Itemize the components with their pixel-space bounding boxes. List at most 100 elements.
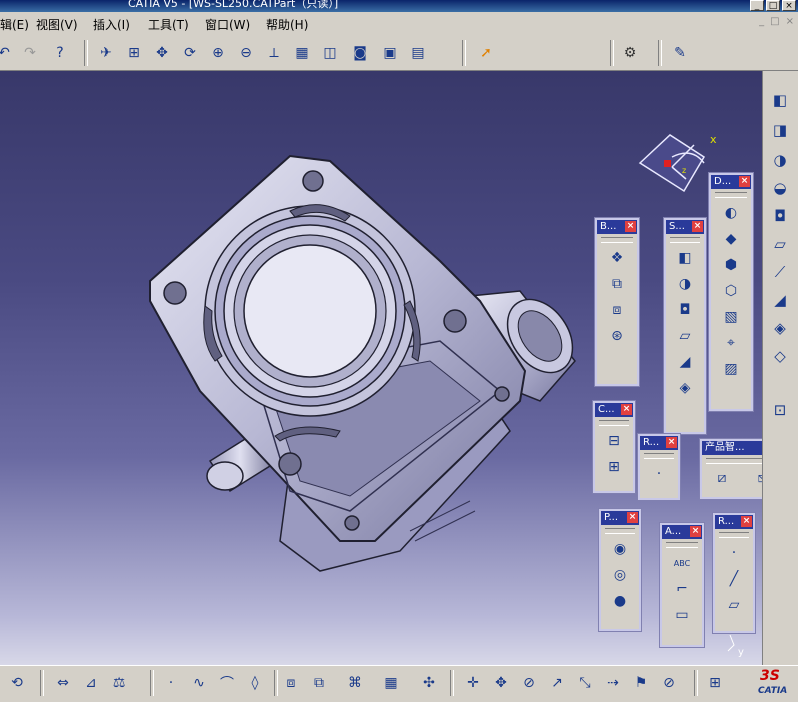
stiffener-icon[interactable]: ◢ bbox=[769, 289, 791, 311]
manipulate-icon[interactable]: ✥ bbox=[490, 672, 512, 694]
3d-annotation-icon[interactable]: ▭ bbox=[671, 604, 693, 626]
panel-close-p[interactable]: × bbox=[627, 512, 638, 523]
hole-icon[interactable]: ◘ bbox=[769, 205, 791, 227]
hole-feature-icon[interactable]: ◘ bbox=[674, 299, 696, 321]
constraint-icon[interactable]: ⊟ bbox=[603, 430, 625, 452]
panel-close-a[interactable]: × bbox=[690, 526, 701, 537]
menu-insert[interactable]: 插入(I) bbox=[93, 16, 130, 33]
knowledge-icon-2[interactable]: ⧅ bbox=[751, 467, 762, 489]
shading-icon[interactable]: ◙ bbox=[350, 43, 370, 63]
pad-feature-icon[interactable]: ◧ bbox=[674, 247, 696, 269]
select-arrow-icon[interactable]: ➚ bbox=[476, 43, 496, 63]
panel-close-r1[interactable]: × bbox=[666, 437, 677, 448]
boolean-icon[interactable]: ⧈ bbox=[280, 672, 302, 694]
scale-icon[interactable]: ⇢ bbox=[602, 672, 624, 694]
panel-close-d[interactable]: × bbox=[739, 176, 750, 187]
spline-icon[interactable]: ∿ bbox=[188, 672, 210, 694]
intersect-icon[interactable]: ⊛ bbox=[606, 325, 628, 347]
measure-item-icon[interactable]: ⊿ bbox=[80, 672, 102, 694]
compass-icon[interactable]: ✛ bbox=[462, 672, 484, 694]
zoom-out-icon[interactable]: ⊖ bbox=[236, 43, 256, 63]
multi-view-icon[interactable]: ▦ bbox=[292, 43, 312, 63]
measure-icon[interactable]: ⊡ bbox=[769, 399, 791, 421]
sketch-icon[interactable]: ✎ bbox=[670, 43, 690, 63]
pan-icon[interactable]: ✥ bbox=[152, 43, 172, 63]
measure-between-icon[interactable]: ⇔ bbox=[52, 672, 74, 694]
ref-point-icon[interactable]: · bbox=[723, 542, 745, 564]
maximize-button[interactable]: □ bbox=[766, 0, 780, 11]
normal-view-icon[interactable]: ⟂ bbox=[264, 43, 284, 63]
redo-icon[interactable]: ↷ bbox=[20, 43, 40, 63]
translate-icon[interactable]: ↗ bbox=[546, 672, 568, 694]
menu-window[interactable]: 窗口(W) bbox=[205, 16, 250, 33]
constraint-table-icon[interactable]: ⊞ bbox=[603, 456, 625, 478]
mdi-close-button[interactable]: × bbox=[786, 16, 794, 27]
rect-pattern-icon[interactable]: ◉ bbox=[609, 538, 631, 560]
snap-icon[interactable]: ✣ bbox=[418, 672, 440, 694]
edge-fillet-icon[interactable]: ◐ bbox=[720, 202, 742, 224]
shaft-icon[interactable]: ◑ bbox=[769, 149, 791, 171]
mdi-minimize-button[interactable]: _ bbox=[759, 16, 764, 27]
mdi-restore-button[interactable]: □ bbox=[770, 16, 779, 27]
menu-help[interactable]: 帮助(H) bbox=[266, 16, 308, 33]
shaft-feature-icon[interactable]: ◑ bbox=[674, 273, 696, 295]
settings-gear-icon[interactable]: ⚙ bbox=[620, 43, 640, 63]
boolean2-icon[interactable]: ⧉ bbox=[308, 672, 330, 694]
3d-viewport[interactable]: z x y B... × ❖ ⧉ ⧈ ⊛ S... × ◧ ◑ ◘ ▱ ◢ ◈ D.… bbox=[0, 71, 762, 665]
remove-face-icon[interactable]: ▨ bbox=[720, 358, 742, 380]
text-annotation-icon[interactable]: ABC bbox=[671, 552, 693, 574]
thread-icon[interactable]: ⌖ bbox=[720, 332, 742, 354]
iso-view-icon[interactable]: ◫ bbox=[320, 43, 340, 63]
fit-all-icon[interactable]: ⊞ bbox=[124, 43, 144, 63]
close-button[interactable]: × bbox=[782, 0, 796, 11]
menu-tools[interactable]: 工具(T) bbox=[148, 16, 189, 33]
whats-this-icon[interactable]: ? bbox=[50, 43, 70, 63]
rib-feature-icon[interactable]: ▱ bbox=[674, 325, 696, 347]
grid-icon[interactable]: ▦ bbox=[380, 672, 402, 694]
menu-edit[interactable]: 辑(E) bbox=[0, 16, 29, 33]
stiffener-feature-icon[interactable]: ◢ bbox=[674, 351, 696, 373]
panel-close-r2[interactable]: × bbox=[741, 516, 752, 527]
point-icon[interactable]: · bbox=[160, 672, 182, 694]
plane-icon[interactable]: ◊ bbox=[244, 672, 266, 694]
menu-view[interactable]: 视图(V) bbox=[36, 16, 78, 33]
panel-close-c[interactable]: × bbox=[621, 404, 632, 415]
ref-plane-icon[interactable]: ▱ bbox=[723, 594, 745, 616]
flag-icon[interactable]: ⚑ bbox=[630, 672, 652, 694]
curve-icon[interactable]: ⌒ bbox=[216, 672, 238, 694]
pocket-icon[interactable]: ◨ bbox=[769, 119, 791, 141]
panel-close-s[interactable]: × bbox=[692, 221, 703, 232]
flag-note-icon[interactable]: ⌐ bbox=[671, 578, 693, 600]
remove-loft-icon[interactable]: ◇ bbox=[769, 345, 791, 367]
undo-icon[interactable]: ↶ bbox=[0, 43, 14, 63]
ref-line-icon[interactable]: ╱ bbox=[723, 568, 745, 590]
constraint-icon[interactable]: ⊘ bbox=[658, 672, 680, 694]
symmetry-icon[interactable]: ⤡ bbox=[574, 672, 596, 694]
circ-pattern-icon[interactable]: ◎ bbox=[609, 564, 631, 586]
remove-icon[interactable]: ⧈ bbox=[606, 299, 628, 321]
pad-icon[interactable]: ◧ bbox=[769, 89, 791, 111]
minimize-button[interactable]: _ bbox=[750, 0, 764, 11]
panel-close-b[interactable]: × bbox=[625, 221, 636, 232]
point-icon[interactable]: · bbox=[648, 463, 670, 485]
swap-visible-icon[interactable]: ▤ bbox=[408, 43, 428, 63]
shell-icon[interactable]: ⬡ bbox=[720, 280, 742, 302]
multi-section-icon[interactable]: ◈ bbox=[674, 377, 696, 399]
knowledge-icon-1[interactable]: ⧄ bbox=[711, 467, 733, 489]
hide-show-icon[interactable]: ▣ bbox=[380, 43, 400, 63]
catalog-icon[interactable]: ⊞ bbox=[704, 672, 726, 694]
add-icon[interactable]: ⧉ bbox=[606, 273, 628, 295]
update-icon[interactable]: ⟲ bbox=[6, 672, 28, 694]
draft-icon[interactable]: ⬢ bbox=[720, 254, 742, 276]
rotate-icon[interactable]: ⟳ bbox=[180, 43, 200, 63]
assemble-icon[interactable]: ❖ bbox=[606, 247, 628, 269]
slot-icon[interactable]: ⟋ bbox=[769, 261, 791, 283]
fly-icon[interactable]: ✈ bbox=[96, 43, 116, 63]
chamfer-icon[interactable]: ◆ bbox=[720, 228, 742, 250]
zoom-in-icon[interactable]: ⊕ bbox=[208, 43, 228, 63]
rib-icon[interactable]: ▱ bbox=[769, 233, 791, 255]
groove-icon[interactable]: ◒ bbox=[769, 177, 791, 199]
mass-icon[interactable]: ⚖ bbox=[108, 672, 130, 694]
user-pattern-icon[interactable]: ● bbox=[609, 590, 631, 612]
loft-icon[interactable]: ◈ bbox=[769, 317, 791, 339]
